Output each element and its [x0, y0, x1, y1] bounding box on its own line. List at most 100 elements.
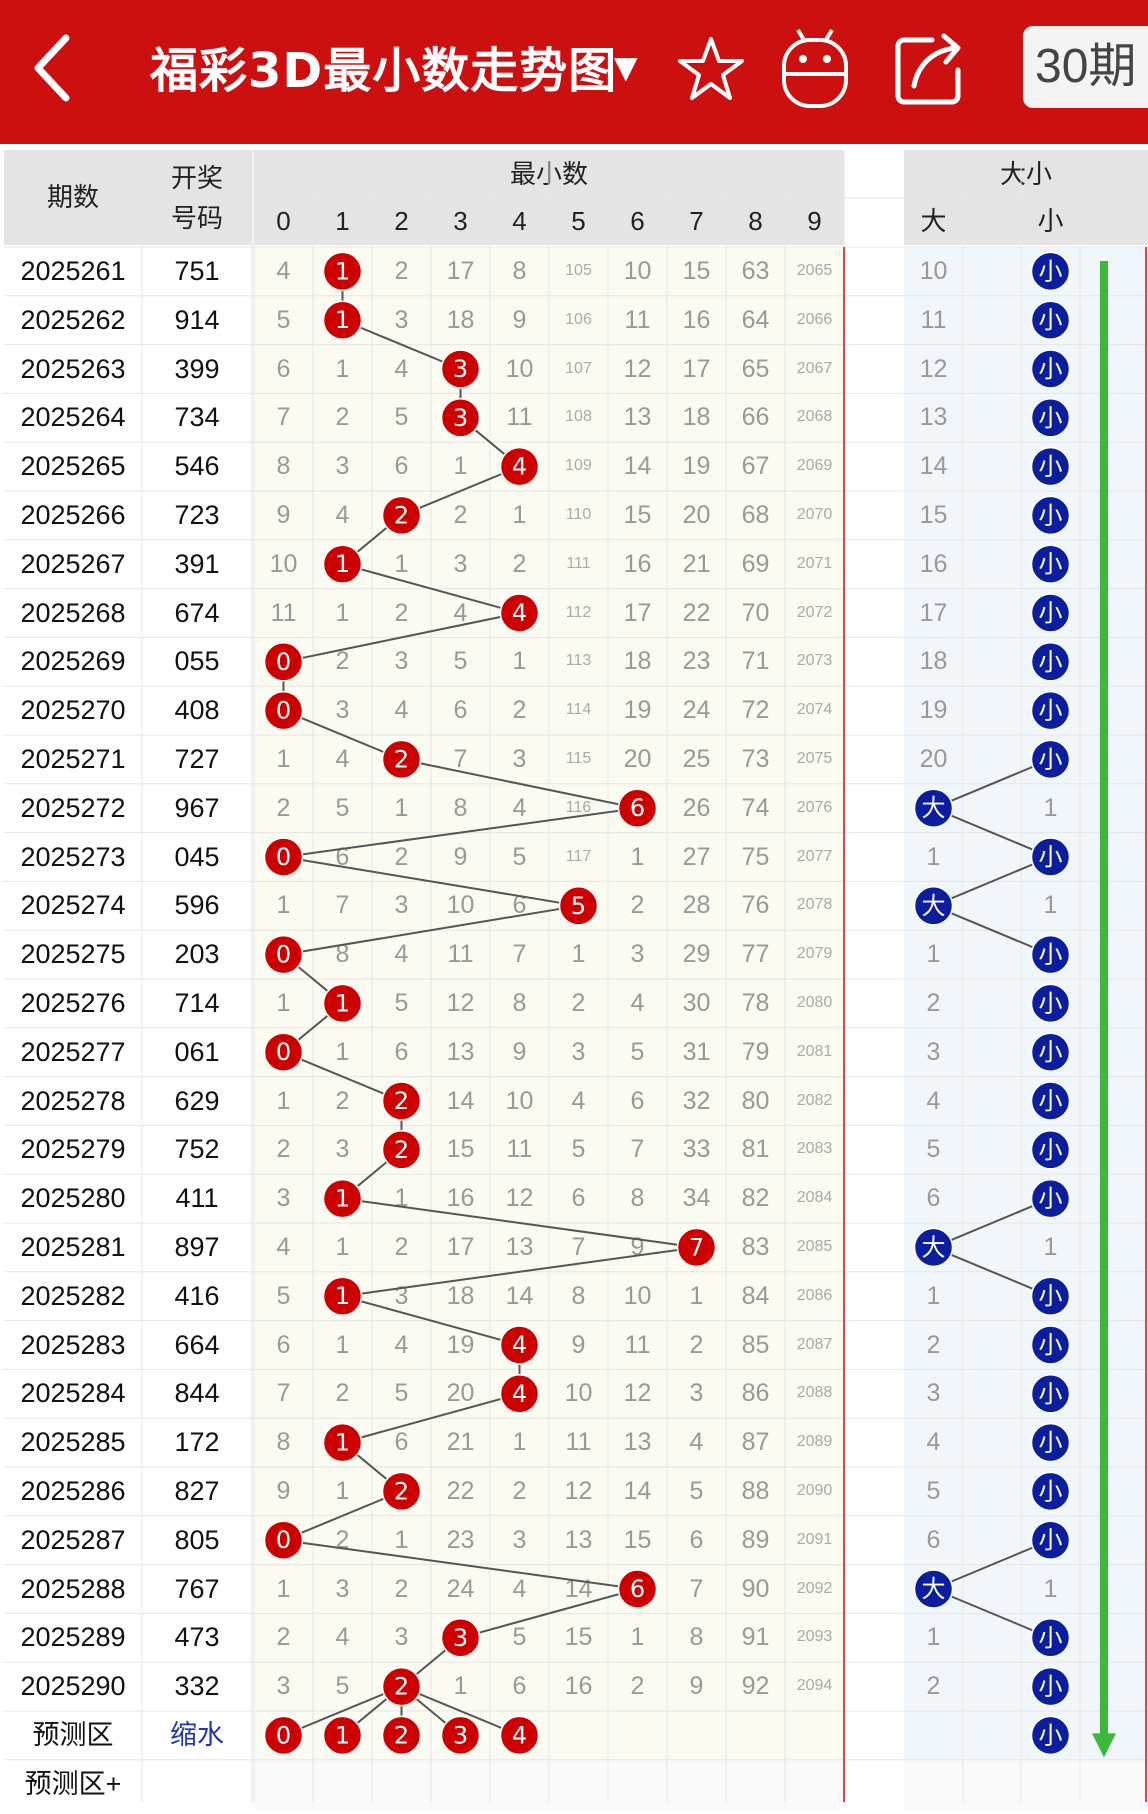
- miss-count-cell-text: 10: [623, 1281, 652, 1310]
- miss-count-cell-text: 1: [394, 549, 409, 578]
- predict-digit-cell[interactable]: [549, 1711, 608, 1760]
- miss-count-cell-text: 8: [453, 793, 468, 822]
- size-blank-cell: [963, 1271, 1021, 1321]
- miss-count-cell-text: 91: [741, 1623, 770, 1652]
- predict-digit-cell[interactable]: [726, 1711, 785, 1760]
- draw-cell: 596: [142, 881, 252, 930]
- predict-plus-cell[interactable]: [549, 1759, 608, 1809]
- miss-count-cell: 2094: [785, 1662, 844, 1711]
- draw-cell: 844: [142, 1369, 252, 1418]
- predict-digit-cell[interactable]: [372, 1711, 431, 1760]
- predict-plus-cell[interactable]: [667, 1759, 726, 1809]
- miss-count-cell-text: 1: [335, 598, 350, 627]
- predict-big-cell[interactable]: [904, 1711, 963, 1760]
- miss-count-cell: 8: [254, 442, 313, 491]
- size-tail-cell: [1080, 1613, 1148, 1663]
- predict-digit-cell[interactable]: [785, 1711, 844, 1760]
- android-icon[interactable]: [780, 26, 850, 110]
- miss-count-cell-text: 17: [446, 1233, 475, 1261]
- miss-count-cell: 107: [549, 344, 608, 394]
- predict-plus-size-cell[interactable]: [904, 1759, 1148, 1809]
- miss-count-cell-text: 2072: [796, 603, 833, 621]
- back-chevron-left-icon[interactable]: [30, 32, 74, 104]
- miss-count-cell: 29: [667, 930, 726, 979]
- size-blank-cell: [963, 1125, 1021, 1175]
- shrink-link[interactable]: 缩水: [142, 1711, 252, 1760]
- miss-count-cell-text: 1: [276, 1574, 291, 1603]
- draw-cell: 827: [142, 1467, 252, 1516]
- miss-count-cell-text: 15: [623, 501, 652, 529]
- miss-count-cell: 13: [549, 1515, 608, 1565]
- draw-cell-text: 408: [174, 695, 220, 726]
- miss-count-cell-text: 6: [276, 1330, 291, 1359]
- share-icon[interactable]: [894, 30, 966, 106]
- period-select-button[interactable]: 30期: [1023, 26, 1148, 108]
- draw-cell: 674: [142, 589, 252, 638]
- big-miss-cell: 19: [904, 686, 963, 735]
- header-digit-2: 2: [372, 198, 431, 245]
- miss-count-cell-text: 10: [564, 1379, 593, 1408]
- predict-plus-cell[interactable]: [372, 1759, 431, 1809]
- miss-count-cell: 28: [667, 881, 726, 931]
- header-digit-5-text: 5: [571, 206, 586, 236]
- star-icon[interactable]: [676, 34, 746, 104]
- predict-plus-cell[interactable]: [313, 1759, 372, 1809]
- predict-digit-cell[interactable]: [667, 1711, 726, 1760]
- miss-count-cell-text: 68: [741, 501, 770, 529]
- miss-count-cell-text: 74: [741, 793, 770, 822]
- predict-digit-cell[interactable]: [431, 1711, 490, 1760]
- miss-count-cell-text: 2: [335, 647, 350, 676]
- predict-plus-cell[interactable]: [431, 1759, 490, 1809]
- min-digit-cell: [608, 783, 667, 833]
- miss-count-cell-text: 24: [446, 1574, 475, 1603]
- miss-count-cell-text: 70: [741, 598, 770, 627]
- big-miss-cell-text: 6: [926, 1184, 941, 1213]
- miss-count-cell-text: 31: [682, 1037, 711, 1066]
- miss-count-cell: 11: [490, 393, 549, 443]
- triangle-down-icon[interactable]: ▼: [606, 48, 646, 88]
- predict-digit-cell[interactable]: [254, 1711, 313, 1760]
- miss-count-cell: 14: [608, 1467, 667, 1516]
- draw-cell: 332: [142, 1662, 252, 1711]
- miss-count-cell-text: 13: [623, 403, 652, 432]
- page-title[interactable]: 福彩3D最小数走势图: [150, 36, 617, 106]
- draw-cell: 727: [142, 735, 252, 784]
- header-draw-line1: 开奖: [170, 163, 223, 193]
- miss-count-cell-text: 20: [682, 501, 711, 529]
- miss-count-cell: 2080: [785, 979, 844, 1028]
- predict-plus-cell[interactable]: [726, 1759, 785, 1809]
- miss-count-cell-text: 64: [741, 305, 770, 334]
- miss-count-cell-text: 111: [566, 554, 591, 572]
- big-hit-cell: [904, 881, 963, 931]
- miss-count-cell: 13: [608, 393, 667, 443]
- predict-plus-cell[interactable]: [608, 1759, 667, 1809]
- miss-count-cell: 2069: [785, 442, 844, 491]
- header-digit-1-text: 1: [335, 206, 350, 236]
- predict-small-cell[interactable]: [1021, 1711, 1080, 1760]
- draw-cell-text: 674: [174, 597, 220, 628]
- miss-count-cell-text: 13: [623, 1428, 652, 1457]
- issue-cell-text: 2025280: [20, 1183, 126, 1214]
- miss-count-cell-text: 3: [276, 1184, 291, 1213]
- miss-count-cell: 7: [608, 1125, 667, 1175]
- predict-plus-cell[interactable]: [490, 1759, 549, 1809]
- size-tail-cell: [1080, 295, 1148, 345]
- miss-count-cell: 19: [431, 1320, 490, 1370]
- draw-cell: 767: [142, 1565, 252, 1614]
- miss-count-cell-text: 22: [446, 1477, 475, 1505]
- predict-digit-cell[interactable]: [608, 1711, 667, 1760]
- miss-count-cell: 88: [726, 1467, 785, 1516]
- miss-count-cell-text: 10: [505, 1086, 534, 1115]
- predict-plus-cell[interactable]: [254, 1759, 313, 1809]
- predict-digit-cell[interactable]: [490, 1711, 549, 1760]
- small-hit-cell: [1021, 1369, 1080, 1419]
- big-miss-cell: 4: [904, 1418, 963, 1467]
- miss-count-cell: 2072: [785, 588, 844, 638]
- miss-count-cell-text: 116: [565, 798, 592, 816]
- miss-count-cell: 75: [726, 832, 785, 882]
- header-draw-line2: 号码: [170, 203, 223, 233]
- predict-digit-cell[interactable]: [313, 1711, 372, 1760]
- predict-plus-cell[interactable]: [785, 1759, 844, 1809]
- miss-count-cell: 1: [490, 637, 549, 687]
- miss-count-cell: 2077: [785, 832, 844, 882]
